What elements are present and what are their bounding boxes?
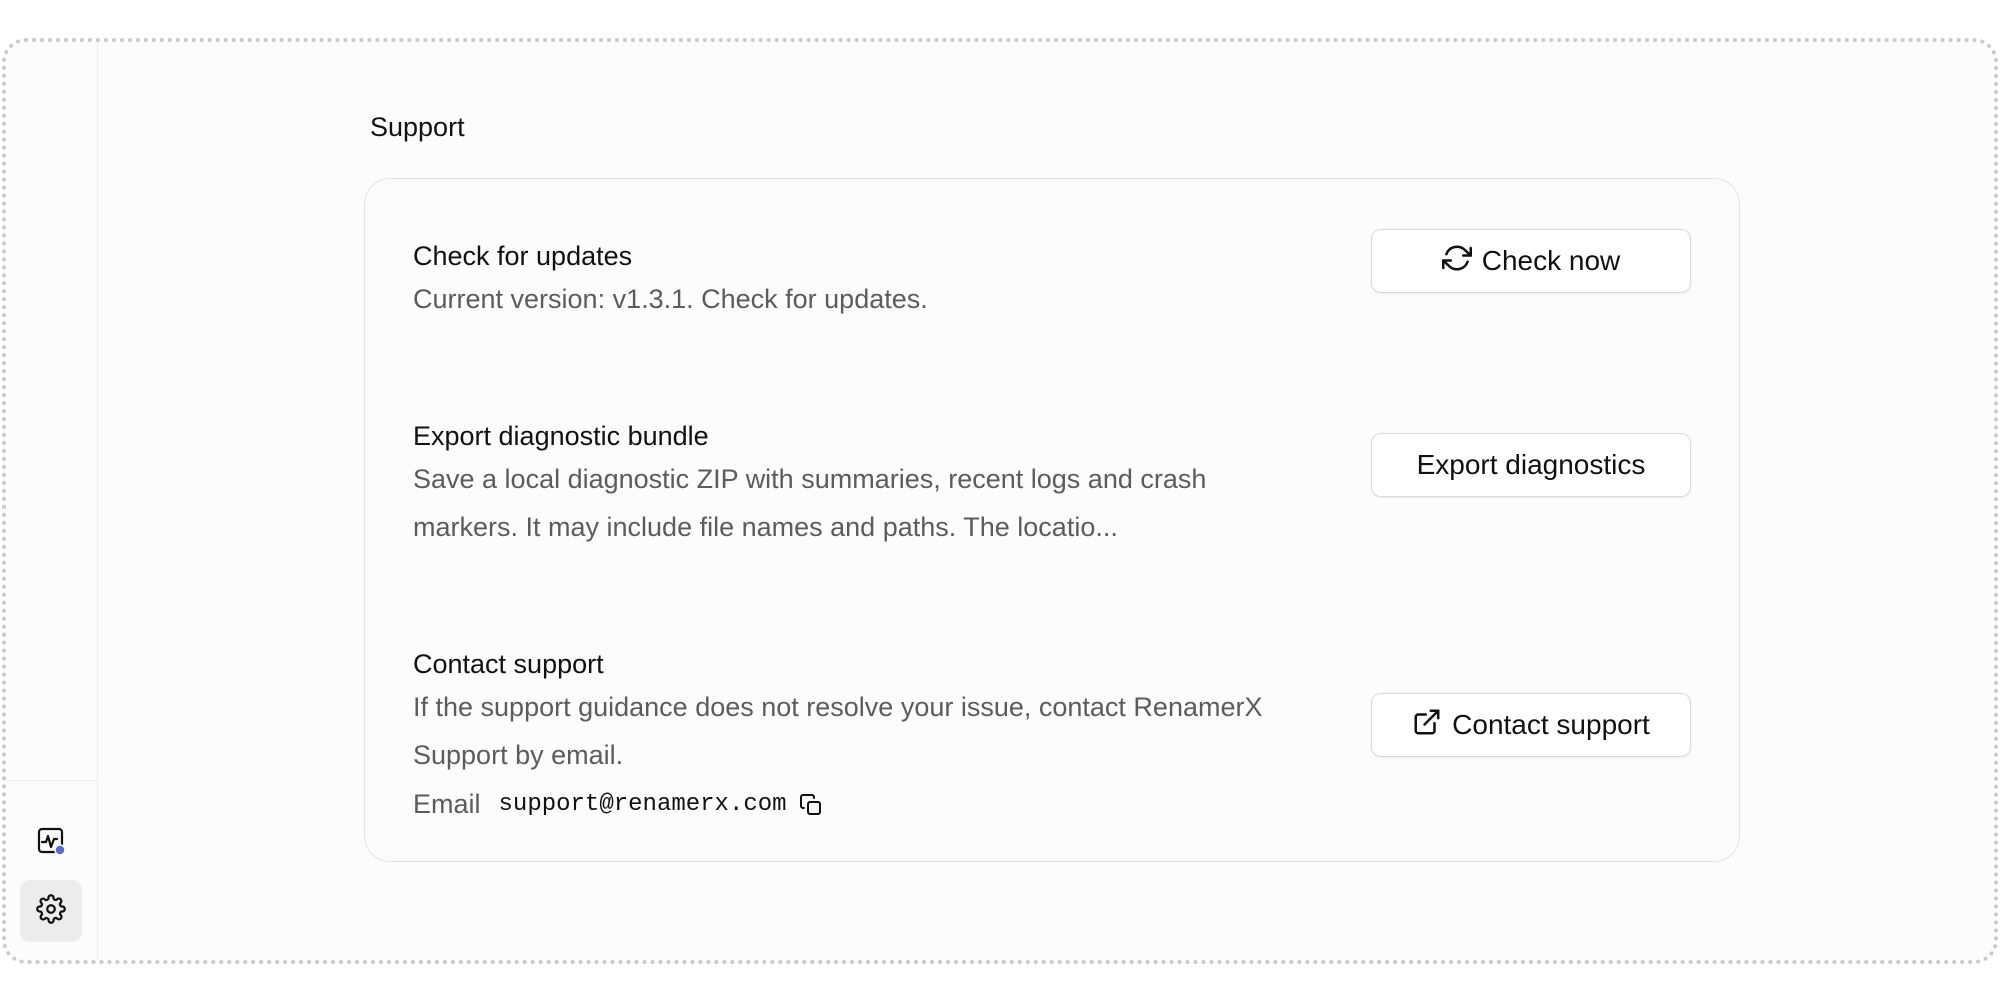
export-diagnostics-button[interactable]: Export diagnostics: [1371, 433, 1691, 497]
diagnostics-title: Export diagnostic bundle: [413, 421, 709, 451]
app-window: Support Check for updates Current versio…: [2, 38, 1998, 964]
check-now-button[interactable]: Check now: [1371, 229, 1691, 293]
external-link-icon: [1412, 707, 1442, 744]
contact-title: Contact support: [413, 649, 604, 679]
email-row: Email support@renamerx.com: [413, 789, 823, 820]
updates-description: Current version: v1.3.1. Check for updat…: [413, 284, 928, 314]
sidebar-divider: [6, 780, 98, 781]
diagnostics-description: Save a local diagnostic ZIP with summari…: [413, 464, 1207, 542]
sidebar: [6, 42, 98, 960]
support-card: Check for updates Current version: v1.3.…: [364, 178, 1740, 862]
activity-monitor-icon: [36, 826, 66, 861]
section-title: Support: [370, 112, 465, 142]
gear-icon: [36, 893, 66, 929]
refresh-icon: [1441, 243, 1472, 280]
sidebar-item-activity[interactable]: [20, 812, 82, 874]
sidebar-item-settings[interactable]: [20, 880, 82, 942]
export-diagnostics-label: Export diagnostics: [1416, 449, 1646, 480]
contact-description: If the support guidance does not resolve…: [413, 692, 1263, 770]
email-value[interactable]: support@renamerx.com: [499, 791, 787, 818]
contact-support-label: Contact support: [1452, 709, 1650, 740]
copy-icon[interactable]: [799, 793, 823, 817]
check-now-label: Check now: [1481, 245, 1621, 276]
email-label: Email: [413, 789, 481, 819]
updates-title: Check for updates: [413, 241, 633, 271]
contact-support-button[interactable]: Contact support: [1371, 693, 1691, 757]
